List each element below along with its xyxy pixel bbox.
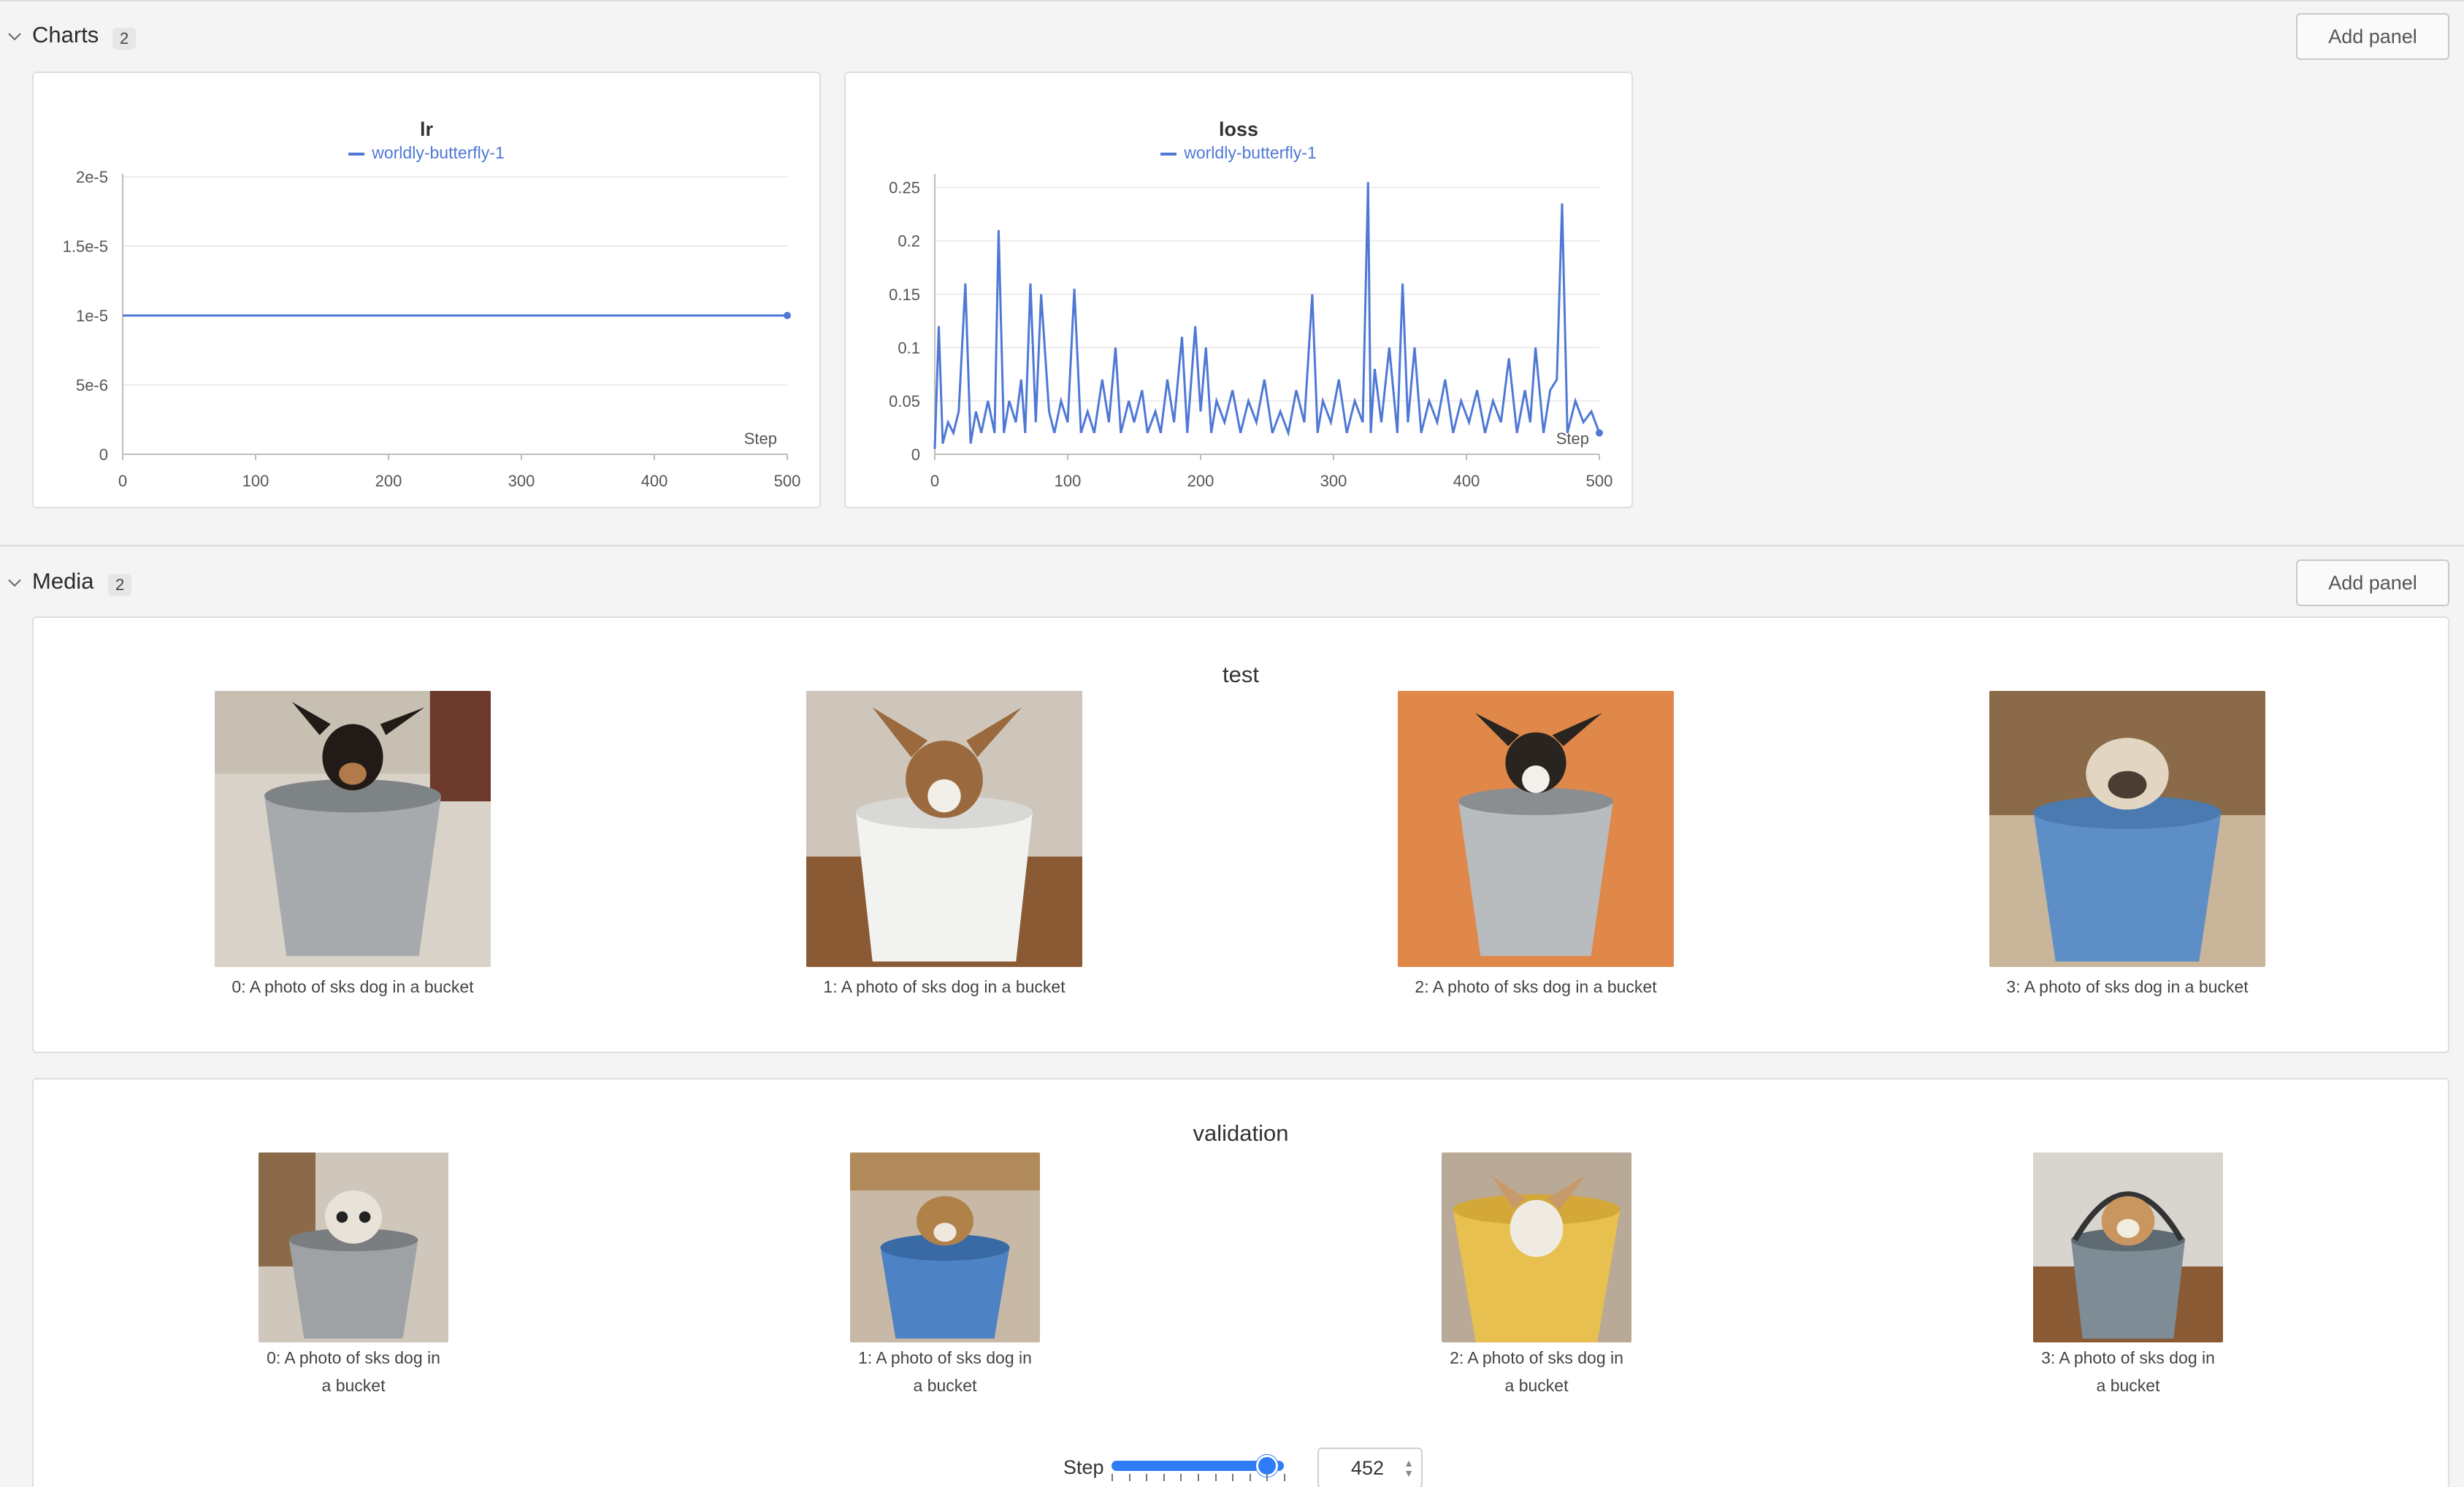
slider-tick: [1232, 1474, 1234, 1481]
dog-image-1[interactable]: [850, 1152, 1040, 1342]
slider-tick: [1180, 1474, 1182, 1481]
x-axis-label: Step: [744, 429, 777, 448]
media-panel-validation[interactable]: validation 0: A photo of sks dog in a bu…: [32, 1078, 2449, 1487]
image-caption: 3: A photo of sks dog in a bucket: [1960, 1344, 2296, 1399]
x-tick-label: 200: [1187, 472, 1214, 490]
media-section-header: Media 2 Add panel: [0, 546, 2464, 621]
loss-chart-svg: 0.25 0.2 0.15 0.1 0.05 00 100 200 300 400 500 Step: [889, 174, 1613, 490]
slider-tick: [1146, 1474, 1148, 1481]
x-tick-label: 400: [641, 472, 668, 490]
x-tick-label: 0: [930, 472, 939, 490]
y-tick-label: 0: [911, 446, 920, 464]
image-caption: 1: A photo of sks dog in a bucket: [823, 977, 1065, 996]
slider-tick: [1284, 1474, 1285, 1481]
caption-line: a bucket: [2096, 1376, 2160, 1395]
dog-image-2[interactable]: [1398, 691, 1674, 967]
image-caption: 0: A photo of sks dog in a bucket: [232, 977, 474, 996]
caption-line: a bucket: [321, 1376, 386, 1395]
step-label: Step: [1063, 1456, 1104, 1478]
lr-chart-svg: 2e-5 1.5e-5 1e-5 5e-6 00 100 200 300 400 500 Step: [63, 168, 801, 490]
caption-line: 1: A photo of sks dog in: [858, 1348, 1032, 1367]
y-tick-label: 0: [99, 446, 108, 464]
section-title[interactable]: Charts: [32, 22, 99, 48]
dog-image-0[interactable]: [259, 1152, 448, 1342]
dog-image-0[interactable]: [215, 691, 491, 967]
charts-section-header: Charts 2 Add panel: [0, 0, 2464, 74]
slider-tick: [1128, 1474, 1130, 1481]
y-tick-label: 1.5e-5: [63, 237, 108, 256]
add-panel-button[interactable]: Add panel: [2296, 559, 2449, 606]
image-caption: 3: A photo of sks dog in a bucket: [2006, 977, 2249, 996]
chevron-down-icon[interactable]: [6, 28, 23, 45]
slider-tick: [1214, 1474, 1217, 1481]
y-tick-label: 0.25: [889, 179, 920, 197]
series-end-point: [1596, 429, 1603, 437]
series-end-point: [784, 312, 791, 319]
y-tick-label: 0.1: [898, 339, 920, 357]
slider-tick: [1112, 1474, 1113, 1481]
media-panel-test[interactable]: test 0: A photo of sks dog in a bucket 1…: [32, 616, 2449, 1053]
panel-count-badge: 2: [112, 28, 137, 50]
series-line: [933, 182, 1601, 449]
x-tick-label: 500: [774, 472, 801, 490]
y-tick-label: 5e-6: [76, 376, 108, 394]
panel-count-badge: 2: [108, 574, 132, 596]
caption-line: 3: A photo of sks dog in: [2041, 1348, 2215, 1367]
image-caption: 2: A photo of sks dog in a bucket: [1415, 977, 1657, 996]
x-tick-label: 0: [118, 472, 127, 490]
step-number-input[interactable]: 452 ▲ ▼: [1317, 1448, 1423, 1487]
slider-tick: [1163, 1474, 1165, 1481]
slider-tick: [1198, 1474, 1199, 1481]
chart-panel-loss[interactable]: loss worldly-butterfly-1 0.25 0.2 0.15 0.1 0…: [844, 72, 1633, 508]
add-panel-button[interactable]: Add panel: [2296, 13, 2449, 60]
step-slider-ticks: [1112, 1474, 1285, 1483]
y-tick-label: 0.2: [898, 232, 920, 251]
y-tick-label: 0.05: [889, 392, 920, 410]
x-tick-label: 300: [1320, 472, 1347, 490]
media-panel-title: validation: [1193, 1120, 1289, 1146]
chart-panel-lr[interactable]: lr worldly-butterfly-1 2e-5 1.5e-5 1e-5 5e-…: [32, 72, 821, 508]
x-tick-label: 400: [1453, 472, 1480, 490]
caption-line: a bucket: [913, 1376, 977, 1395]
dog-image-1[interactable]: [806, 691, 1082, 967]
y-tick-label: 2e-5: [76, 168, 108, 186]
section-title[interactable]: Media: [32, 568, 93, 595]
y-tick-label: 1e-5: [76, 307, 108, 325]
caption-line: 0: A photo of sks dog in: [267, 1348, 440, 1367]
caption-line: 2: A photo of sks dog in: [1450, 1348, 1623, 1367]
image-caption: 0: A photo of sks dog in a bucket: [185, 1344, 521, 1399]
chevron-down-icon[interactable]: [6, 574, 23, 592]
slider-tick: [1249, 1474, 1251, 1481]
x-axis-label: Step: [1556, 429, 1589, 448]
slider-tick: [1266, 1474, 1269, 1481]
x-tick-label: 100: [1055, 472, 1082, 490]
x-tick-label: 100: [242, 472, 269, 490]
image-caption: 1: A photo of sks dog in a bucket: [777, 1344, 1113, 1399]
step-value: 452: [1351, 1456, 1385, 1479]
y-tick-label: 0.15: [889, 286, 920, 304]
spinner-arrows-icon[interactable]: ▲ ▼: [1404, 1458, 1414, 1478]
image-caption: 2: A photo of sks dog in a bucket: [1369, 1344, 1704, 1399]
dog-image-2[interactable]: [1442, 1152, 1631, 1342]
x-tick-label: 300: [508, 472, 535, 490]
dog-image-3[interactable]: [1989, 691, 2265, 967]
caption-line: a bucket: [1504, 1376, 1569, 1395]
x-tick-label: 200: [375, 472, 402, 490]
x-tick-label: 500: [1586, 472, 1613, 490]
step-control: Step 452 ▲ ▼: [34, 1445, 2448, 1487]
media-panel-title: test: [1223, 662, 1259, 687]
dog-image-3[interactable]: [2033, 1152, 2223, 1342]
